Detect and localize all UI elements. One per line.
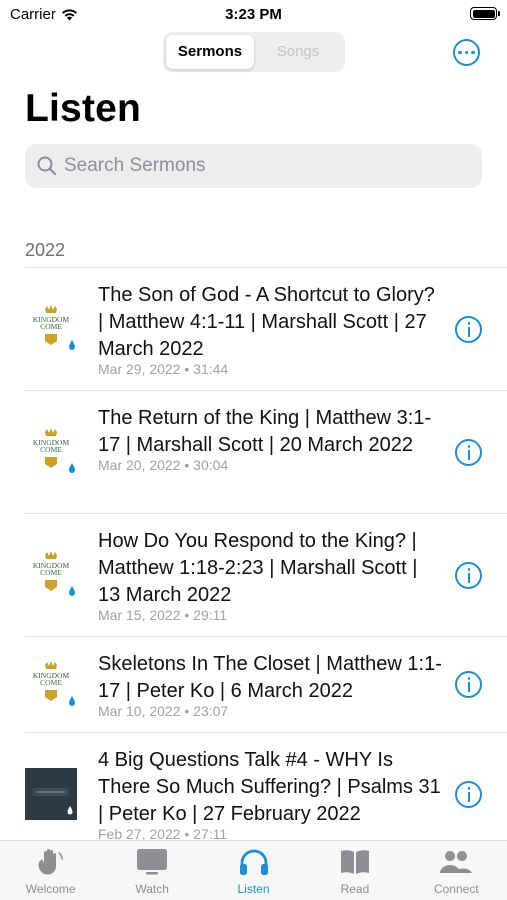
sermon-title: The Return of the King | Matthew 3:1-17 …: [98, 407, 432, 456]
sermon-title: The Son of God - A Shortcut to Glory? | …: [98, 284, 435, 360]
sermon-meta: Feb 27, 2022 • 27:11: [98, 826, 228, 840]
sermon-row[interactable]: KINGDOM COME The Return of the King | Ma…: [0, 391, 507, 514]
sermon-artwork: [25, 768, 77, 820]
page-title: Listen: [25, 87, 142, 130]
svg-text:COME: COME: [40, 445, 62, 454]
sermon-meta: Mar 15, 2022 • 29:11: [98, 607, 228, 623]
info-icon[interactable]: [455, 439, 482, 466]
svg-text:COME: COME: [40, 568, 62, 577]
tab-label: Read: [340, 882, 370, 896]
tab-label: Watch: [135, 882, 169, 896]
tab-label: Listen: [237, 882, 270, 896]
battery-icon: [470, 7, 500, 20]
sermon-row[interactable]: KINGDOM COME The Son of God - A Shortcut…: [0, 268, 507, 391]
sermon-artwork: KINGDOM COME: [25, 659, 77, 711]
tab-welcome[interactable]: Welcome: [0, 841, 101, 900]
svg-text:COME: COME: [40, 678, 62, 687]
more-options-icon[interactable]: [453, 39, 480, 66]
tab-connect[interactable]: Connect: [406, 841, 507, 900]
tab-watch[interactable]: Watch: [101, 841, 202, 900]
book-icon: [340, 850, 369, 874]
people-icon: [440, 851, 473, 873]
tab-label: Connect: [433, 882, 479, 896]
sermon-meta: Mar 20, 2022 • 30:04: [98, 457, 229, 473]
wave-hand-icon: [38, 848, 63, 875]
status-time: 3:23 PM: [225, 6, 282, 23]
info-icon[interactable]: [455, 781, 482, 808]
info-icon[interactable]: [455, 562, 482, 589]
sermon-title: 4 Big Questions Talk #4 - WHY Is There S…: [98, 749, 441, 825]
search-bar[interactable]: [25, 144, 482, 188]
info-icon[interactable]: [455, 316, 482, 343]
sermon-artwork: KINGDOM COME: [25, 549, 77, 601]
sermon-row[interactable]: 4 Big Questions Talk #4 - WHY Is There S…: [0, 733, 507, 840]
sermon-artwork: KINGDOM COME: [25, 426, 77, 478]
search-input[interactable]: [64, 155, 464, 177]
section-header-year: 2022: [25, 240, 66, 260]
search-icon: [37, 156, 57, 176]
tv-icon: [137, 849, 168, 875]
sermon-title: How Do You Respond to the King? | Matthe…: [98, 530, 418, 606]
sermon-row[interactable]: KINGDOM COME Skeletons In The Closet | M…: [0, 637, 507, 733]
sermon-artwork: KINGDOM COME: [25, 303, 77, 355]
svg-text:COME: COME: [40, 322, 62, 331]
segment-sermons[interactable]: Sermons: [166, 35, 254, 69]
segment-songs[interactable]: Songs: [254, 35, 342, 69]
status-bar: Carrier 3:23 PM: [0, 0, 507, 30]
tab-bar: Welcome Watch Listen Read Connect: [0, 840, 507, 900]
content-type-segmented-control: Sermons Songs: [163, 32, 345, 72]
headphones-icon: [239, 849, 268, 875]
tab-read[interactable]: Read: [304, 841, 405, 900]
sermon-row[interactable]: KINGDOM COME How Do You Respond to the K…: [0, 514, 507, 637]
info-icon[interactable]: [455, 671, 482, 698]
tab-label: Welcome: [25, 882, 76, 896]
tab-listen[interactable]: Listen: [203, 841, 304, 900]
sermon-list: KINGDOM COME The Son of God - A Shortcut…: [0, 268, 507, 840]
sermon-meta: Mar 29, 2022 • 31:44: [98, 361, 229, 377]
sermon-title: Skeletons In The Closet | Matthew 1:1-17…: [98, 653, 442, 702]
sermon-meta: Mar 10, 2022 • 23:07: [98, 703, 229, 719]
